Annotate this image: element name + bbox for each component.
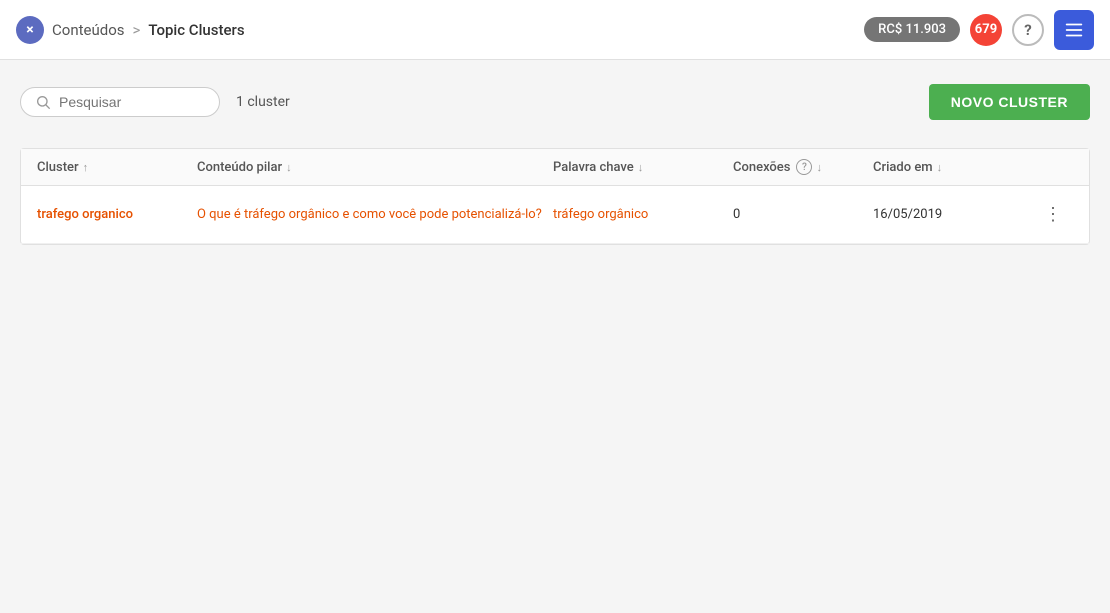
menu-button[interactable] xyxy=(1054,10,1094,50)
conexoes-help-icon[interactable]: ? xyxy=(796,159,812,175)
close-button[interactable]: × xyxy=(16,16,44,44)
cluster-count: 1 cluster xyxy=(236,94,290,110)
cell-cluster[interactable]: trafego organico xyxy=(37,207,197,222)
col-header-conteudo: Conteúdo pilar ↓ xyxy=(197,159,553,175)
header-left: × Conteúdos > Topic Clusters xyxy=(16,16,864,44)
col-label-palavra: Palavra chave xyxy=(553,160,634,175)
novo-cluster-button[interactable]: NOVO CLUSTER xyxy=(929,84,1090,120)
sort-icon-conteudo[interactable]: ↓ xyxy=(286,161,292,174)
data-table: Cluster ↑ Conteúdo pilar ↓ Palavra chave… xyxy=(20,148,1090,245)
sort-icon-cluster[interactable]: ↑ xyxy=(83,161,89,174)
col-label-conteudo: Conteúdo pilar xyxy=(197,160,282,175)
col-header-conexoes: Conexões ? ↓ xyxy=(733,159,873,175)
row-actions-button[interactable]: ⋮ xyxy=(1040,200,1066,229)
app-header: × Conteúdos > Topic Clusters RC$ 11.903 … xyxy=(0,0,1110,60)
sort-icon-criado[interactable]: ↓ xyxy=(937,161,943,174)
search-box xyxy=(20,87,220,117)
help-button[interactable]: ? xyxy=(1012,14,1044,46)
menu-icon xyxy=(1063,19,1085,41)
search-input[interactable] xyxy=(59,94,205,110)
breadcrumb-parent[interactable]: Conteúdos xyxy=(52,21,125,39)
col-label-conexoes: Conexões xyxy=(733,160,790,175)
col-header-cluster: Cluster ↑ xyxy=(37,159,197,175)
cell-palavra-chave: tráfego orgânico xyxy=(553,207,733,222)
col-label-cluster: Cluster xyxy=(37,160,79,175)
cell-criado-em: 16/05/2019 xyxy=(873,207,1033,222)
col-header-criado: Criado em ↓ xyxy=(873,159,1033,175)
main-content: 1 cluster NOVO CLUSTER Cluster ↑ Conteúd… xyxy=(0,60,1110,269)
cell-actions: ⋮ xyxy=(1033,200,1073,229)
col-label-criado: Criado em xyxy=(873,160,933,175)
cell-conteudo[interactable]: O que é tráfego orgânico e como você pod… xyxy=(197,207,553,222)
sort-icon-palavra[interactable]: ↓ xyxy=(638,161,644,174)
sort-icon-conexoes[interactable]: ↓ xyxy=(816,161,822,174)
table-row: trafego organico O que é tráfego orgânic… xyxy=(21,186,1089,244)
cell-conexoes: 0 xyxy=(733,207,873,222)
toolbar: 1 cluster NOVO CLUSTER xyxy=(20,84,1090,120)
breadcrumb-current: Topic Clusters xyxy=(148,21,244,39)
balance-badge: RC$ 11.903 xyxy=(864,17,960,42)
col-header-palavra: Palavra chave ↓ xyxy=(553,159,733,175)
table-header: Cluster ↑ Conteúdo pilar ↓ Palavra chave… xyxy=(21,149,1089,186)
search-icon xyxy=(35,94,51,110)
notification-badge[interactable]: 679 xyxy=(970,14,1002,46)
header-right: RC$ 11.903 679 ? xyxy=(864,10,1094,50)
breadcrumb-separator: > xyxy=(133,21,141,39)
